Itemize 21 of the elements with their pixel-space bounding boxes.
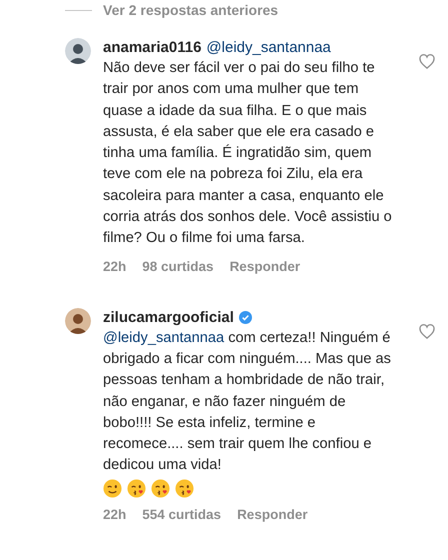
kissing-face-icon [151, 478, 170, 498]
likes-count[interactable]: 98 curtidas [142, 258, 214, 274]
username[interactable]: zilucamargooficial [103, 308, 234, 328]
avatar[interactable] [65, 308, 91, 334]
mention-link[interactable]: @leidy_santannaa [206, 38, 331, 58]
comment-text: Não deve ser fácil ver o pai do seu filho te trair por anos com uma mulher que tem quase a idade da sua filha. E o que mais assusta, é ela saber que ele era casado e tinha uma família. É ingratidão sim, quem teve com ele na pobreza foi Zilu, ela era sacoleira para manter a casa, enquanto ele corria atrás dos sonhos dele. Você assistiu o filme? Ou o filme foi uma farsa. [103, 60, 392, 246]
mention-link[interactable]: @leidy_santannaa [103, 330, 224, 346]
likes-count[interactable]: 554 curtidas [142, 506, 222, 522]
reply-button[interactable]: Responder [237, 506, 308, 522]
like-button[interactable] [419, 54, 435, 69]
comment-time: 22h [103, 258, 126, 274]
winking-face-icon [103, 478, 122, 498]
comment-text: @leidy_santannaa com certeza!! Ninguém é obrigado a ficar com ninguém.... Mas que as pessoas tenham a hombridade de não trair, não enganar, e não fazer ninguém de bobo!!!! Se esta infeliz, termine e recomece.... sem trair quem lhe confiou e dedicou uma vida! [103, 330, 391, 474]
username[interactable]: anamaria0116 [103, 38, 202, 58]
view-replies-link[interactable]: Ver 2 respostas anteriores [103, 2, 278, 18]
kissing-face-icon [175, 478, 194, 498]
like-button[interactable] [419, 324, 435, 339]
kissing-face-icon [127, 478, 146, 498]
comment-time: 22h [103, 506, 126, 522]
avatar[interactable] [65, 38, 91, 64]
reply-button[interactable]: Responder [230, 258, 300, 274]
